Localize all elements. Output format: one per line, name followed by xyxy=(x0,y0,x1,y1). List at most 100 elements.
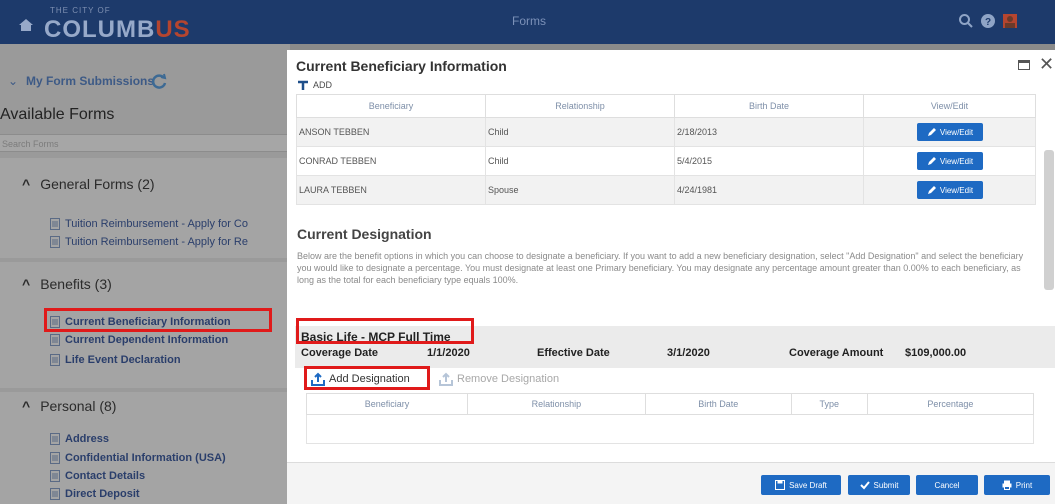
form-item-current-dependent[interactable]: Current Dependent Information xyxy=(50,334,228,346)
form-item-label: Current Dependent Information xyxy=(65,334,229,346)
column-header[interactable]: Birth Date xyxy=(644,393,792,415)
cell-action: View/Edit xyxy=(863,117,1036,147)
form-item-contact-details[interactable]: Contact Details xyxy=(50,470,145,482)
search-icon[interactable] xyxy=(958,13,974,29)
table-row: ANSON TEBBEN Child 2/18/2013 View/Edit xyxy=(296,117,1036,147)
group-label: Personal (8) xyxy=(40,398,117,414)
submit-button[interactable]: Submit xyxy=(848,475,910,495)
group-header-general-forms[interactable]: ^ General Forms (2) xyxy=(22,176,155,192)
current-designation-heading: Current Designation xyxy=(297,226,432,242)
view-edit-button[interactable]: View/Edit xyxy=(917,123,983,141)
pencil-icon xyxy=(927,128,936,136)
coverage-date-value: 1/1/2020 xyxy=(427,347,470,359)
document-icon xyxy=(50,433,60,445)
form-item-confidential[interactable]: Confidential Information (USA) xyxy=(50,452,226,464)
pencil-icon xyxy=(927,186,936,194)
coverage-amount-label: Coverage Amount xyxy=(789,347,884,359)
table-row: CONRAD TEBBEN Child 5/4/2015 View/Edit xyxy=(296,146,1036,176)
document-icon xyxy=(50,488,60,500)
form-item-label: Tuition Reimbursement - Apply for Re xyxy=(65,236,248,248)
view-edit-label: View/Edit xyxy=(939,127,974,137)
cell-relationship: Child xyxy=(485,146,675,176)
svg-text:?: ? xyxy=(985,17,991,28)
form-item-address[interactable]: Address xyxy=(50,433,109,445)
upload-icon xyxy=(439,372,453,386)
document-icon xyxy=(50,236,60,248)
add-person-icon xyxy=(298,80,308,90)
form-item-direct-deposit[interactable]: Direct Deposit xyxy=(50,488,140,500)
sidebar: ⌄ My Form Submissions Available Forms Se… xyxy=(0,44,290,504)
document-icon xyxy=(50,334,60,346)
effective-date-value: 3/1/2020 xyxy=(667,347,710,359)
maximize-icon[interactable] xyxy=(1018,60,1030,70)
column-header[interactable]: Relationship xyxy=(485,94,675,118)
column-header[interactable]: Percentage xyxy=(866,393,1035,415)
cell-action: View/Edit xyxy=(863,146,1036,176)
form-item-label: Confidential Information (USA) xyxy=(65,452,226,464)
save-draft-label: Save Draft xyxy=(789,480,827,490)
top-bar: THE CITY OF COLUMBUS Forms ? xyxy=(0,0,1055,44)
document-icon xyxy=(50,354,60,366)
column-header[interactable]: Beneficiary xyxy=(296,94,486,118)
printer-icon xyxy=(1002,480,1012,490)
form-item-tuition-re[interactable]: Tuition Reimbursement - Apply for Re xyxy=(50,236,248,248)
check-icon xyxy=(859,481,870,490)
effective-date-label: Effective Date xyxy=(537,347,610,359)
designation-description: Below are the benefit options in which y… xyxy=(297,251,1024,285)
cell-birth-date: 5/4/2015 xyxy=(674,146,864,176)
table-row xyxy=(306,414,1034,444)
column-header[interactable]: Birth Date xyxy=(674,94,864,118)
view-edit-button[interactable]: View/Edit xyxy=(917,152,983,170)
modal-title: Current Beneficiary Information xyxy=(296,58,507,74)
my-form-submissions-link[interactable]: My Form Submissions xyxy=(26,74,154,88)
refresh-icon[interactable] xyxy=(150,72,168,90)
group-header-benefits[interactable]: ^ Benefits (3) xyxy=(22,276,112,292)
form-item-label: Contact Details xyxy=(65,470,146,482)
coverage-date-label: Coverage Date xyxy=(301,347,379,359)
view-edit-button[interactable]: View/Edit xyxy=(917,181,983,199)
cell-beneficiary: LAURA TEBBEN xyxy=(296,175,486,205)
scrollbar[interactable] xyxy=(1044,150,1054,290)
add-beneficiary-link[interactable]: ADD xyxy=(297,80,332,90)
submit-label: Submit xyxy=(873,480,899,490)
cancel-button[interactable]: Cancel xyxy=(916,475,978,495)
search-forms-input[interactable]: Search Forms xyxy=(0,134,290,152)
column-header[interactable]: Type xyxy=(790,393,868,415)
close-icon[interactable]: ✕ xyxy=(1039,54,1054,75)
coverage-amount-value: $109,000.00 xyxy=(905,347,967,359)
print-label: Print xyxy=(1015,480,1033,490)
group-header-personal[interactable]: ^ Personal (8) xyxy=(22,398,116,414)
view-edit-label: View/Edit xyxy=(939,156,974,166)
available-forms-heading: Available Forms xyxy=(0,106,115,123)
save-draft-button[interactable]: Save Draft xyxy=(761,475,841,495)
caret-up-icon: ^ xyxy=(22,176,31,192)
user-avatar-icon[interactable] xyxy=(1002,13,1018,29)
cell-birth-date: 4/24/1981 xyxy=(674,175,864,205)
column-header[interactable]: View/Edit xyxy=(863,94,1036,118)
remove-designation-label: Remove Designation xyxy=(457,373,560,385)
cell-action: View/Edit xyxy=(863,175,1036,205)
form-item-label: Life Event Declaration xyxy=(65,354,181,366)
designation-table: Beneficiary Relationship Birth Date Type… xyxy=(306,393,1035,444)
cell-beneficiary: CONRAD TEBBEN xyxy=(296,146,486,176)
highlight-box xyxy=(44,308,272,332)
table-row: LAURA TEBBEN Spouse 4/24/1981 View/Edit xyxy=(296,175,1036,205)
column-header[interactable]: Relationship xyxy=(466,393,646,415)
print-button[interactable]: Print xyxy=(984,475,1050,495)
cell-beneficiary: ANSON TEBBEN xyxy=(296,117,486,147)
chevron-down-icon[interactable]: ⌄ xyxy=(8,74,18,88)
city-logo[interactable]: THE CITY OF COLUMBUS xyxy=(18,6,191,44)
group-label: Benefits (3) xyxy=(40,276,112,292)
remove-designation-button[interactable]: Remove Designation xyxy=(439,372,559,386)
form-item-label: Tuition Reimbursement - Apply for Co xyxy=(65,218,248,230)
help-icon[interactable]: ? xyxy=(980,13,996,29)
logo-accent-text: US xyxy=(155,16,191,43)
form-item-life-event[interactable]: Life Event Declaration xyxy=(50,354,181,366)
form-item-tuition-co[interactable]: Tuition Reimbursement - Apply for Co xyxy=(50,218,248,230)
form-item-label: Address xyxy=(65,433,110,445)
logo-text: COLUMBUS xyxy=(44,16,191,44)
save-icon xyxy=(775,480,786,490)
cell-relationship: Child xyxy=(485,117,675,147)
column-header[interactable]: Beneficiary xyxy=(306,393,468,415)
view-edit-label: View/Edit xyxy=(939,185,974,195)
